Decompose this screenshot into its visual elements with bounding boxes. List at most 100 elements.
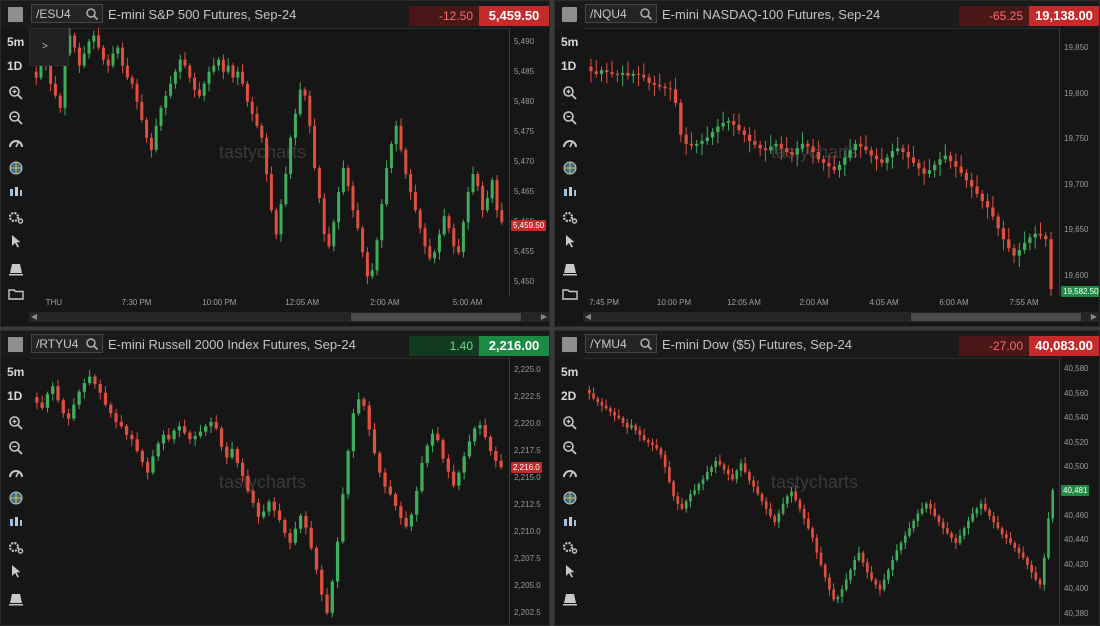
- candle-body: [1038, 579, 1042, 585]
- scrollbar-thumb[interactable]: [911, 313, 1081, 321]
- panel-menu-square[interactable]: [8, 7, 23, 22]
- search-icon[interactable]: [85, 7, 99, 21]
- candlestick-chart[interactable]: [583, 358, 1059, 625]
- timeframe-label[interactable]: 5m: [7, 365, 24, 379]
- range-label[interactable]: 1D: [7, 59, 22, 73]
- price-axis: 40,58040,56040,54040,52040,50040,48040,4…: [1059, 358, 1099, 625]
- cursor-icon[interactable]: [562, 233, 578, 249]
- search-icon[interactable]: [639, 337, 653, 351]
- search-icon[interactable]: [85, 337, 99, 351]
- zoom-in-icon[interactable]: [8, 415, 24, 431]
- scroll-right-icon[interactable]: ▶: [1089, 312, 1099, 322]
- settings-icon[interactable]: [562, 539, 578, 555]
- horizontal-scrollbar[interactable]: ◀ ▶: [29, 312, 549, 322]
- symbol-input[interactable]: /YMU4: [585, 334, 657, 353]
- price-tick: 2,225.0: [514, 365, 541, 375]
- drawing-grid-icon[interactable]: [8, 490, 24, 506]
- candle-body: [663, 86, 667, 89]
- chart-type-icon[interactable]: [562, 184, 578, 200]
- drawing-grid-icon[interactable]: [562, 160, 578, 176]
- symbol-text: /ESU4: [36, 7, 71, 21]
- range-label[interactable]: 2D: [561, 389, 576, 403]
- indicator-icon[interactable]: [8, 465, 24, 481]
- layout-icon[interactable]: [8, 591, 24, 607]
- chart-type-icon[interactable]: [562, 514, 578, 530]
- zoom-in-icon[interactable]: [562, 85, 578, 101]
- chart-toolbar: 5m 1D: [555, 28, 583, 326]
- scroll-left-icon[interactable]: ◀: [29, 312, 39, 322]
- zoom-out-icon[interactable]: [562, 110, 578, 126]
- range-label[interactable]: 1D: [561, 59, 576, 73]
- panel-menu-square[interactable]: [562, 337, 577, 352]
- settings-icon[interactable]: [8, 209, 24, 225]
- folder-icon[interactable]: [8, 286, 24, 302]
- candlestick-chart[interactable]: [583, 28, 1059, 296]
- cursor-icon[interactable]: [562, 563, 578, 579]
- candle-body: [135, 439, 139, 452]
- candle-body: [908, 528, 911, 536]
- price-plot[interactable]: tastycharts: [583, 358, 1059, 625]
- chart-type-icon[interactable]: [8, 514, 24, 530]
- symbol-text: /YMU4: [590, 337, 627, 351]
- horizontal-scrollbar[interactable]: ◀ ▶: [583, 312, 1099, 322]
- expand-panel-button[interactable]: >: [29, 28, 69, 66]
- zoom-in-icon[interactable]: [562, 415, 578, 431]
- scrollbar-thumb[interactable]: [351, 313, 521, 321]
- candle-body: [1022, 242, 1027, 251]
- candle-body: [236, 71, 240, 78]
- scroll-left-icon[interactable]: ◀: [583, 312, 593, 322]
- symbol-input[interactable]: /ESU4: [31, 4, 103, 23]
- candle-body: [399, 125, 403, 150]
- candle-body: [700, 141, 704, 144]
- candle-body: [388, 486, 392, 495]
- candlestick-chart[interactable]: [29, 28, 509, 296]
- cursor-icon[interactable]: [8, 563, 24, 579]
- zoom-out-icon[interactable]: [8, 110, 24, 126]
- indicator-icon[interactable]: [8, 135, 24, 151]
- layout-icon[interactable]: [562, 261, 578, 277]
- candle-body: [362, 399, 366, 406]
- price-plot[interactable]: tastycharts: [29, 28, 509, 296]
- candle-body: [125, 65, 129, 78]
- drawing-grid-icon[interactable]: [8, 160, 24, 176]
- timeframe-label[interactable]: 5m: [561, 35, 578, 49]
- candle-body: [823, 564, 827, 578]
- candle-body: [274, 210, 278, 235]
- symbol-input[interactable]: /RTYU4: [31, 334, 103, 353]
- zoom-out-icon[interactable]: [8, 440, 24, 456]
- drawing-grid-icon[interactable]: [562, 490, 578, 506]
- price-plot[interactable]: tastycharts: [29, 358, 509, 625]
- candle-body: [946, 528, 949, 534]
- price-plot[interactable]: tastycharts: [583, 28, 1059, 296]
- indicator-icon[interactable]: [562, 465, 578, 481]
- candlestick-chart[interactable]: [29, 358, 509, 625]
- chart-type-icon[interactable]: [8, 184, 24, 200]
- timeframe-label[interactable]: 5m: [7, 35, 24, 49]
- candle-body: [351, 186, 355, 211]
- settings-icon[interactable]: [8, 539, 24, 555]
- candle-body: [156, 443, 160, 457]
- zoom-out-icon[interactable]: [562, 440, 578, 456]
- symbol-input[interactable]: /NQU4: [585, 4, 657, 23]
- panel-menu-square[interactable]: [562, 7, 577, 22]
- layout-icon[interactable]: [562, 591, 578, 607]
- candle-body: [495, 180, 499, 211]
- layout-icon[interactable]: [8, 261, 24, 277]
- range-label[interactable]: 1D: [7, 389, 22, 403]
- candle-body: [409, 514, 414, 527]
- search-icon[interactable]: [639, 7, 653, 21]
- candle-body: [231, 65, 235, 78]
- candle-body: [636, 73, 641, 75]
- candle-body: [404, 517, 408, 527]
- candle-body: [365, 252, 369, 277]
- settings-icon[interactable]: [562, 209, 578, 225]
- timeframe-label[interactable]: 5m: [561, 365, 578, 379]
- zoom-in-icon[interactable]: [8, 85, 24, 101]
- cursor-icon[interactable]: [8, 233, 24, 249]
- panel-menu-square[interactable]: [8, 337, 23, 352]
- candle-body: [634, 425, 637, 431]
- indicator-icon[interactable]: [562, 135, 578, 151]
- scroll-right-icon[interactable]: ▶: [539, 312, 549, 322]
- folder-icon[interactable]: [562, 286, 578, 302]
- candle-body: [795, 148, 799, 155]
